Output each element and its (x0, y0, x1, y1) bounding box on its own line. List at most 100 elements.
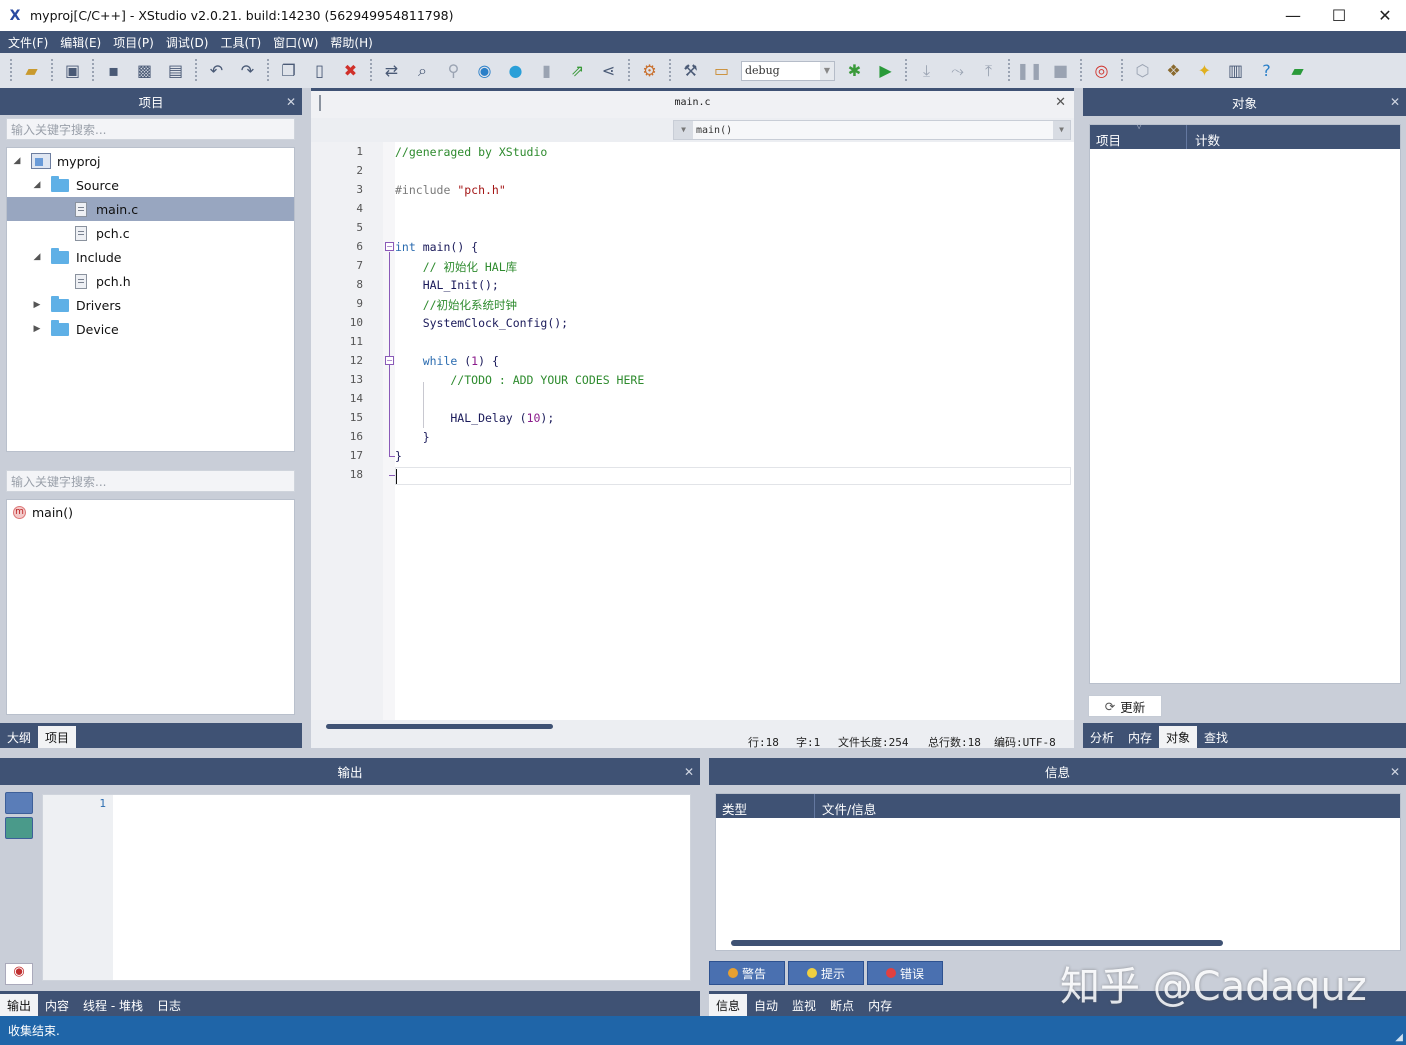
tree-item-project[interactable]: ◢ myproj (7, 149, 294, 173)
scrollbar-thumb[interactable] (326, 724, 553, 729)
close-icon[interactable]: ✕ (684, 765, 694, 779)
column-file-info[interactable]: 文件/信息 (822, 799, 876, 818)
tab-analysis[interactable]: 分析 (1083, 726, 1121, 748)
tab-memory[interactable]: 内存 (1121, 726, 1159, 748)
column-type[interactable]: 类型 (722, 799, 747, 818)
tab-objects[interactable]: 对象 (1159, 726, 1198, 748)
help-icon[interactable]: ? (1254, 58, 1280, 84)
expanded-arrow-icon[interactable]: ◢ (31, 180, 43, 190)
refresh-button[interactable]: ⟳ 更新 (1088, 695, 1162, 717)
column-count[interactable]: 计数 (1195, 130, 1220, 149)
delete-icon[interactable]: ✖ (338, 58, 364, 84)
tab-memory[interactable]: 内存 (861, 994, 899, 1016)
editor-tab-title[interactable]: main.c (311, 97, 1074, 108)
menu-debug[interactable]: 调试(D) (162, 34, 217, 51)
debug-bug-icon[interactable]: ✱ (842, 58, 868, 84)
expanded-arrow-icon[interactable]: ◢ (11, 156, 23, 166)
settings-icon[interactable]: ⚙ (637, 58, 663, 84)
close-icon[interactable]: ✕ (1390, 765, 1400, 779)
tree-item-file[interactable]: pch.c (7, 221, 294, 245)
step-out-icon[interactable]: ⤒ (976, 58, 1002, 84)
console-output-button[interactable] (5, 792, 33, 814)
tab-log[interactable]: 日志 (150, 994, 188, 1016)
search-icon[interactable]: ⌕ (410, 58, 436, 84)
package-icon[interactable]: ▭ (709, 58, 735, 84)
tab-project[interactable]: 项目 (38, 726, 77, 748)
save-icon[interactable]: ▪ (101, 58, 127, 84)
copy-icon[interactable]: ❐ (276, 58, 302, 84)
outline-search-input[interactable]: 输入关键字搜索... (6, 470, 295, 492)
new-project-icon[interactable]: ▣ (60, 58, 86, 84)
lightbulb-icon[interactable]: ✦ (1192, 58, 1218, 84)
class-icon[interactable]: ● (503, 58, 529, 84)
collapsed-arrow-icon[interactable]: ▶ (31, 324, 43, 334)
tree-item-file-selected[interactable]: main.c (7, 197, 294, 221)
step-over-icon[interactable]: ⤳ (945, 58, 971, 84)
tree-item-folder[interactable]: ◢ Source (7, 173, 294, 197)
tab-find[interactable]: 查找 (1197, 726, 1235, 748)
components-icon[interactable]: ❖ (1161, 58, 1187, 84)
feedback-icon[interactable]: ▰ (1285, 58, 1311, 84)
close-icon[interactable]: ✕ (286, 95, 296, 109)
build-output-button[interactable] (5, 817, 33, 839)
build-config-select[interactable]: debug ▼ (741, 60, 835, 81)
resize-grip-icon[interactable]: ◢ (1395, 1032, 1403, 1043)
menu-edit[interactable]: 编辑(E) (56, 34, 109, 51)
tab-content[interactable]: 内容 (38, 994, 76, 1016)
undo-icon[interactable]: ↶ (204, 58, 230, 84)
clear-output-icon[interactable]: ◉ (5, 963, 33, 985)
print-icon[interactable]: ▤ (163, 58, 189, 84)
horizontal-scrollbar[interactable] (311, 720, 1074, 732)
stop-icon[interactable]: ■ (1048, 58, 1074, 84)
output-text-area[interactable]: 1 (42, 794, 691, 981)
run-icon[interactable]: ▶ (873, 58, 899, 84)
tab-breakpoints[interactable]: 断点 (823, 994, 861, 1016)
collapsed-arrow-icon[interactable]: ▶ (31, 300, 43, 310)
build-tools-icon[interactable]: ⚒ (678, 58, 704, 84)
errors-filter-button[interactable]: 错误 (867, 961, 943, 985)
tree-item-folder[interactable]: ◢ Include (7, 245, 294, 269)
function-select[interactable]: ▼ main() ▼ (673, 120, 1071, 140)
hints-filter-button[interactable]: 提示 (788, 961, 864, 985)
open-folder-icon[interactable]: ▰ (19, 58, 45, 84)
tab-auto[interactable]: 自动 (747, 994, 785, 1016)
step-into-icon[interactable]: ⤓ (914, 58, 940, 84)
save-all-icon[interactable]: ▩ (132, 58, 158, 84)
minimize-button[interactable]: — (1270, 0, 1316, 31)
menu-tools[interactable]: 工具(T) (216, 34, 269, 51)
share-icon[interactable]: ⋖ (596, 58, 622, 84)
replace-icon[interactable]: ⇄ (379, 58, 405, 84)
close-tab-icon[interactable]: ✕ (1055, 95, 1066, 110)
project-search-input[interactable]: 输入关键字搜索... (6, 118, 295, 140)
pause-icon[interactable]: ❚❚ (1016, 58, 1043, 84)
export-icon[interactable]: ⇗ (565, 58, 591, 84)
info-scrollbar-thumb[interactable] (731, 940, 1223, 946)
code-area[interactable]: 1 2 3 4 5 6 7 8 9 10 11 12 13 14 15 16 1… (311, 142, 1074, 720)
warnings-filter-button[interactable]: 警告 (709, 961, 785, 985)
chevron-down-icon[interactable]: ▼ (1053, 121, 1070, 139)
tree-item-file[interactable]: pch.h (7, 269, 294, 293)
tab-watch[interactable]: 监视 (785, 994, 823, 1016)
tree-item-folder[interactable]: ▶ Drivers (7, 293, 294, 317)
tab-outline[interactable]: 大纲 (0, 726, 38, 748)
column-item[interactable]: 项目 (1096, 130, 1121, 149)
fold-toggle-icon[interactable]: − (385, 356, 394, 365)
redo-icon[interactable]: ↷ (235, 58, 261, 84)
menu-project[interactable]: 项目(P) (109, 34, 162, 51)
maximize-button[interactable]: ☐ (1316, 0, 1362, 31)
paste-icon[interactable]: ▯ (307, 58, 333, 84)
tab-output[interactable]: 输出 (0, 994, 39, 1016)
chevron-down-icon[interactable]: ▼ (674, 121, 693, 139)
menu-file[interactable]: 文件(F) (4, 34, 56, 51)
tab-thread-stack[interactable]: 线程 - 堆栈 (76, 994, 150, 1016)
object-icon[interactable]: ◉ (472, 58, 498, 84)
menu-help[interactable]: 帮助(H) (326, 34, 380, 51)
document-icon[interactable]: ▮ (534, 58, 560, 84)
close-window-button[interactable]: ✕ (1362, 0, 1406, 31)
menu-window[interactable]: 窗口(W) (269, 34, 326, 51)
expanded-arrow-icon[interactable]: ◢ (31, 252, 43, 262)
tree-item-folder[interactable]: ▶ Device (7, 317, 294, 341)
outline-item[interactable]: m main() (7, 500, 294, 524)
library-icon[interactable]: ▥ (1223, 58, 1249, 84)
cube-icon[interactable]: ⬡ (1130, 58, 1156, 84)
